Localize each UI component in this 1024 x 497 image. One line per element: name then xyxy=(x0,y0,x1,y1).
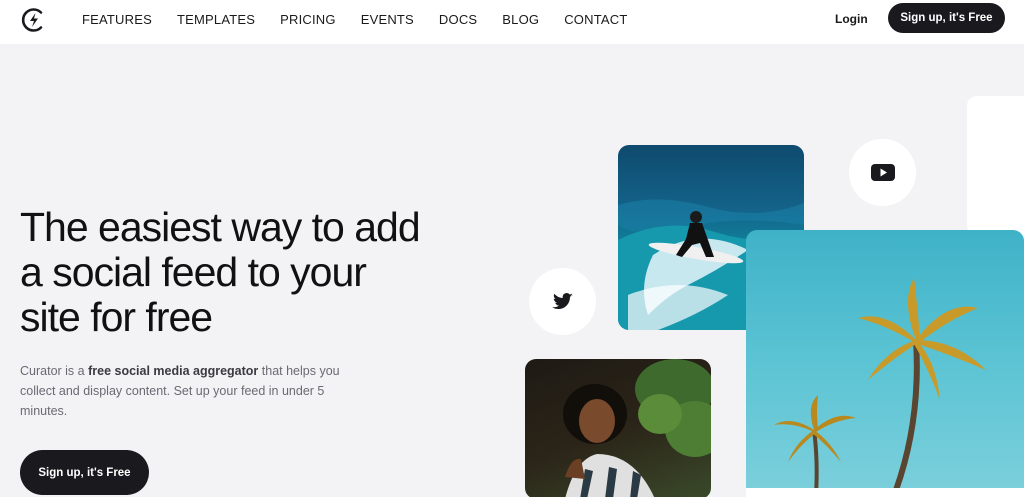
hero-description-prefix: Curator is a xyxy=(20,364,89,378)
signup-button-header[interactable]: Sign up, it's Free xyxy=(888,3,1005,33)
nav-pricing[interactable]: PRICING xyxy=(280,12,336,27)
hero-description-bold: free social media aggregator xyxy=(88,364,259,378)
nav-blog[interactable]: BLOG xyxy=(502,12,539,27)
partial-feed-card xyxy=(967,96,1024,236)
hero-headline: The easiest way to add a social feed to … xyxy=(20,204,421,340)
nav-docs[interactable]: DOCS xyxy=(439,12,477,27)
nav-templates[interactable]: TEMPLATES xyxy=(177,12,255,27)
portrait-image xyxy=(525,359,711,497)
nav-features[interactable]: FEATURES xyxy=(82,12,152,27)
hero-description: Curator is a free social media aggregato… xyxy=(20,361,365,421)
login-link[interactable]: Login xyxy=(835,12,868,26)
youtube-icon xyxy=(870,164,895,181)
main-nav: FEATURES TEMPLATES PRICING EVENTS DOCS B… xyxy=(82,0,652,38)
nav-contact[interactable]: CONTACT xyxy=(564,12,627,27)
curator-logo-icon[interactable] xyxy=(20,6,48,34)
signup-button-hero[interactable]: Sign up, it's Free xyxy=(20,450,149,495)
youtube-badge xyxy=(849,139,916,206)
twitter-badge xyxy=(529,268,596,335)
palm-trees-image xyxy=(746,230,1024,497)
nav-events[interactable]: EVENTS xyxy=(361,12,414,27)
top-navbar: FEATURES TEMPLATES PRICING EVENTS DOCS B… xyxy=(0,0,1024,44)
twitter-icon xyxy=(551,292,573,309)
